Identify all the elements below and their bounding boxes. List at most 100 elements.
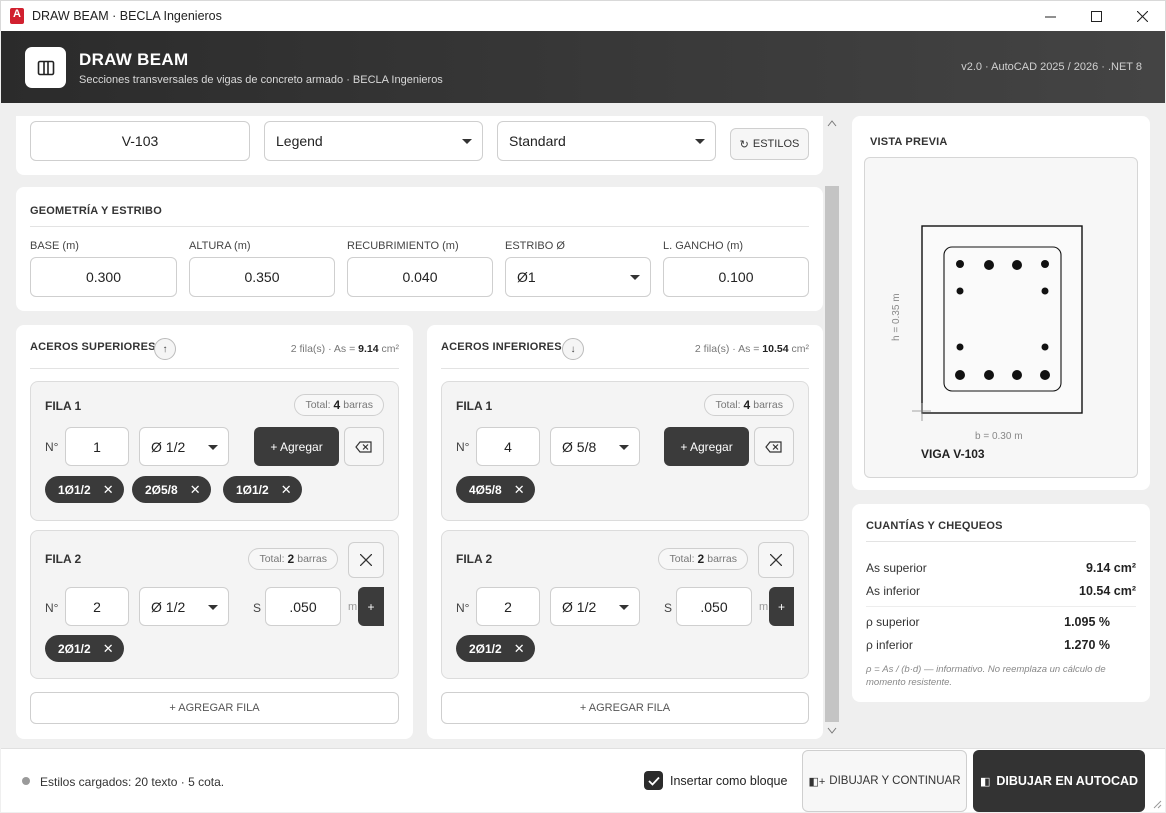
add-bar-button[interactable]: + Agregar [664, 427, 749, 466]
bar-chip[interactable]: 1Ø1/2 ✕ [223, 476, 302, 503]
add-row-label: + AGREGAR FILA [169, 702, 260, 714]
checkmark-icon [647, 776, 660, 786]
bar-count-label: N° [456, 440, 470, 454]
check-label: As inferior [866, 584, 921, 598]
spacing-label: S [253, 601, 262, 615]
styles-button[interactable]: ↻ ESTILOS [730, 128, 809, 160]
beam-identity-card: V-103 Legend Standard ↻ ESTILOS [16, 116, 823, 175]
maximize-button[interactable] [1073, 1, 1119, 32]
check-label: As superior [866, 561, 927, 575]
preview-card: VISTA PREVIA h = 0.35 m b = 0.30 m VIGA … [852, 116, 1150, 490]
app-logo [25, 47, 66, 88]
add-bar-button[interactable]: + [769, 587, 794, 626]
bar-chip[interactable]: 2Ø1/2 ✕ [45, 635, 124, 662]
clear-bars-button[interactable] [754, 427, 794, 466]
refresh-icon: ↻ [739, 138, 749, 151]
total-label: Total: [259, 553, 285, 565]
bar-chip[interactable]: 1Ø1/2 ✕ [45, 476, 124, 503]
insert-block-checkbox[interactable] [644, 771, 663, 790]
add-row-button[interactable]: + AGREGAR FILA [441, 692, 809, 724]
add-bar-label: + [367, 599, 375, 614]
add-row-label: + AGREGAR FILA [579, 702, 671, 714]
bar-count-value: 1 [93, 438, 101, 455]
base-input[interactable]: 0.300 [30, 257, 177, 297]
row-total-badge: Total: 4 barras [294, 394, 384, 416]
arrow-down-icon[interactable]: ↓ [562, 338, 584, 360]
layer-select[interactable]: Legend [264, 121, 483, 161]
stirrup-label: ESTRIBO Ø [505, 240, 565, 252]
total-value: 4 [333, 398, 341, 412]
bottom-as-summary: 2 fila(s) · As = 10.54 cm² [695, 343, 809, 355]
cover-input[interactable]: 0.040 [347, 257, 493, 297]
insert-block-label[interactable]: Insertar como bloque [670, 774, 787, 788]
bottom-rows-text: 2 fila(s) · As = [694, 343, 760, 355]
clear-bars-button[interactable] [344, 427, 384, 466]
hook-input[interactable]: 0.100 [663, 257, 809, 297]
bottom-as-value: 10.54 [762, 343, 789, 355]
rebar-dot [1012, 260, 1022, 270]
spacing-value: .050 [700, 598, 728, 615]
chevron-down-icon [462, 139, 472, 144]
total-value: 2 [287, 552, 295, 566]
base-dimension-label: b = 0.30 m [975, 431, 1023, 442]
status-text: Estilos cargados: 20 texto · 5 cota. [40, 775, 225, 789]
version-info: v2.0 · AutoCAD 2025 / 2026 · .NET 8 [961, 61, 1142, 73]
remove-chip-icon[interactable]: ✕ [514, 482, 525, 498]
bar-count-input[interactable]: 2 [476, 587, 540, 626]
remove-chip-icon[interactable]: ✕ [103, 641, 114, 657]
remove-row-button[interactable] [348, 542, 384, 578]
spacing-input[interactable]: .050 [676, 587, 752, 626]
stirrup-select[interactable]: Ø1 [505, 257, 651, 297]
top-row-1: FILA 1 Total: 4 barras N° 1 Ø 1/2 + Agrega… [30, 381, 399, 521]
total-label: Total: [669, 553, 695, 565]
scrollbar-track[interactable] [823, 116, 841, 738]
app-subtitle: Secciones transversales de vigas de conc… [79, 74, 443, 86]
bar-count-input[interactable]: 2 [65, 587, 129, 626]
close-icon [1136, 11, 1148, 22]
height-input[interactable]: 0.350 [189, 257, 335, 297]
bar-count-input[interactable]: 4 [476, 427, 540, 466]
close-window-button[interactable] [1119, 1, 1165, 32]
top-steel-card: ACEROS SUPERIORES ↑ 2 fila(s) · As = 9.1… [16, 325, 413, 739]
total-label: Total: [715, 399, 741, 411]
arrow-up-icon[interactable]: ↑ [154, 338, 176, 360]
bar-count-input[interactable]: 1 [65, 427, 129, 466]
bar-diameter-select[interactable]: Ø 1/2 [550, 587, 640, 626]
add-bar-button[interactable]: + [358, 587, 384, 626]
remove-row-button[interactable] [758, 542, 794, 578]
check-value: 10.54 cm² [1079, 584, 1136, 598]
remove-chip-icon[interactable]: ✕ [514, 641, 525, 657]
draw-and-continue-button[interactable]: ◧+ DIBUJAR Y CONTINUAR [802, 750, 967, 812]
bar-chip[interactable]: 2Ø1/2 ✕ [456, 635, 535, 662]
row-total-badge: Total: 2 barras [658, 548, 748, 570]
beam-name-input[interactable]: V-103 [30, 121, 250, 161]
cover-label: RECUBRIMIENTO (m) [347, 240, 459, 252]
remove-chip-icon[interactable]: ✕ [190, 482, 201, 498]
total-value: 4 [743, 398, 751, 412]
total-unit: barras [707, 553, 737, 565]
bar-chip[interactable]: 2Ø5/8 ✕ [132, 476, 211, 503]
bar-diameter-value: Ø 1/2 [562, 598, 597, 615]
bar-diameter-select[interactable]: Ø 1/2 [139, 427, 229, 466]
add-bar-label: + [777, 599, 785, 614]
remove-chip-icon[interactable]: ✕ [103, 482, 114, 498]
resize-grip-icon[interactable] [1152, 799, 1162, 809]
bar-diameter-value: Ø 1/2 [151, 438, 186, 455]
top-as-unit: cm² [381, 343, 400, 355]
add-bar-button[interactable]: + Agregar [254, 427, 339, 466]
chip-label: 2Ø1/2 [58, 641, 91, 656]
bar-chip[interactable]: 4Ø5/8 ✕ [456, 476, 535, 503]
minimize-button[interactable] [1027, 1, 1073, 32]
add-row-button[interactable]: + AGREGAR FILA [30, 692, 399, 724]
spacing-input[interactable]: .050 [265, 587, 341, 626]
bar-diameter-select[interactable]: Ø 1/2 [139, 587, 229, 626]
remove-chip-icon[interactable]: ✕ [281, 482, 292, 498]
form-scrollbar[interactable] [823, 116, 841, 738]
chip-label: 4Ø5/8 [469, 482, 502, 497]
top-rows-text: 2 fila(s) · As = [290, 343, 356, 355]
layer-select-value: Legend [276, 133, 323, 149]
style-select[interactable]: Standard [497, 121, 716, 161]
row-title: FILA 1 [45, 399, 82, 413]
bar-diameter-select[interactable]: Ø 5/8 [550, 427, 640, 466]
draw-in-autocad-button[interactable]: ◧ DIBUJAR EN AUTOCAD [973, 750, 1145, 812]
